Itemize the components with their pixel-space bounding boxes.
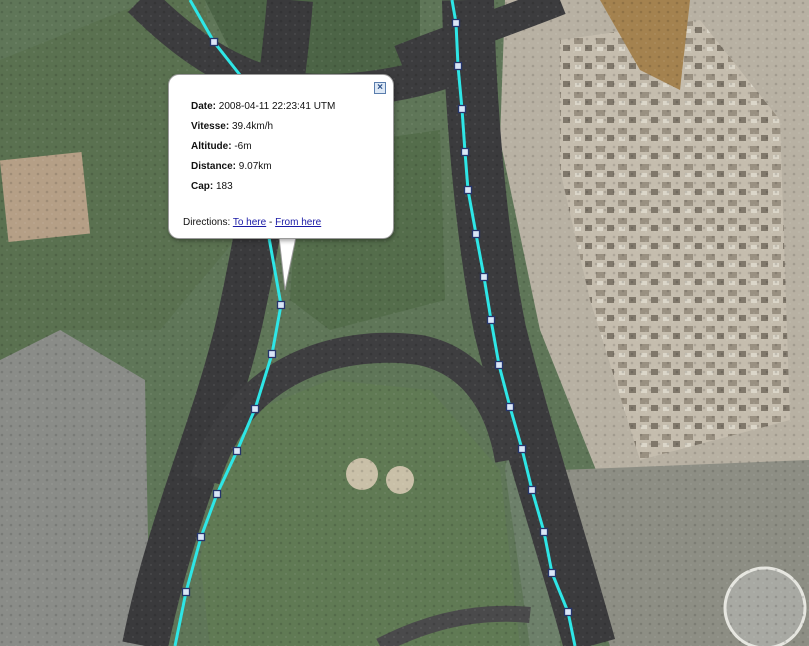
waypoint-marker[interactable] — [460, 147, 470, 157]
distance-label: Distance: — [191, 161, 239, 172]
distance-row: Distance: 9.07km — [191, 162, 335, 182]
altitude-label: Altitude: — [191, 141, 235, 152]
waypoint-marker[interactable] — [505, 402, 515, 412]
waypoint-marker[interactable] — [453, 61, 463, 71]
close-icon[interactable]: × — [374, 82, 386, 94]
altitude-row: Altitude: -6m — [191, 142, 335, 162]
waypoint-marker[interactable] — [471, 229, 481, 239]
waypoint-marker[interactable] — [267, 349, 277, 359]
directions-line: Directions: To here - From here — [183, 217, 321, 228]
waypoint-marker[interactable] — [212, 489, 222, 499]
date-value: 2008-04-11 22:23:41 UTM — [218, 101, 336, 112]
waypoint-marker[interactable] — [196, 532, 206, 542]
from-here-link[interactable]: From here — [275, 217, 321, 228]
satellite-map[interactable] — [0, 0, 809, 646]
speed-label: Vitesse: — [191, 121, 232, 132]
directions-separator: - — [266, 217, 276, 228]
directions-label: Directions: — [183, 217, 233, 228]
waypoint-marker[interactable] — [209, 37, 219, 47]
heading-value: 183 — [216, 181, 233, 192]
to-here-link[interactable]: To here — [233, 217, 266, 228]
balloon-details: Date: 2008-04-11 22:23:41 UTM Vitesse: 3… — [191, 102, 335, 202]
waypoint-marker[interactable] — [517, 444, 527, 454]
date-label: Date: — [191, 101, 219, 112]
waypoint-marker[interactable] — [457, 104, 467, 114]
speed-row: Vitesse: 39.4km/h — [191, 122, 335, 142]
imagery-texture — [0, 0, 809, 646]
waypoint-marker[interactable] — [486, 315, 496, 325]
waypoint-marker[interactable] — [539, 527, 549, 537]
waypoint-marker[interactable] — [479, 272, 489, 282]
waypoint-marker[interactable] — [527, 485, 537, 495]
info-balloon: × Date: 2008-04-11 22:23:41 UTM Vitesse:… — [168, 74, 394, 239]
waypoint-marker[interactable] — [451, 18, 461, 28]
waypoint-marker[interactable] — [563, 607, 573, 617]
heading-label: Cap: — [191, 181, 216, 192]
speed-value: 39.4km/h — [231, 121, 274, 132]
waypoint-marker[interactable] — [250, 404, 260, 414]
waypoint-marker[interactable] — [232, 446, 242, 456]
waypoint-marker[interactable] — [494, 360, 504, 370]
heading-row: Cap: 183 — [191, 182, 335, 202]
waypoint-marker[interactable] — [181, 587, 191, 597]
waypoint-marker[interactable] — [463, 185, 473, 195]
waypoint-marker[interactable] — [547, 568, 557, 578]
waypoint-marker[interactable] — [276, 300, 286, 310]
altitude-value: -6m — [234, 141, 252, 152]
distance-value: 9.07km — [238, 161, 272, 172]
date-row: Date: 2008-04-11 22:23:41 UTM — [191, 102, 335, 122]
